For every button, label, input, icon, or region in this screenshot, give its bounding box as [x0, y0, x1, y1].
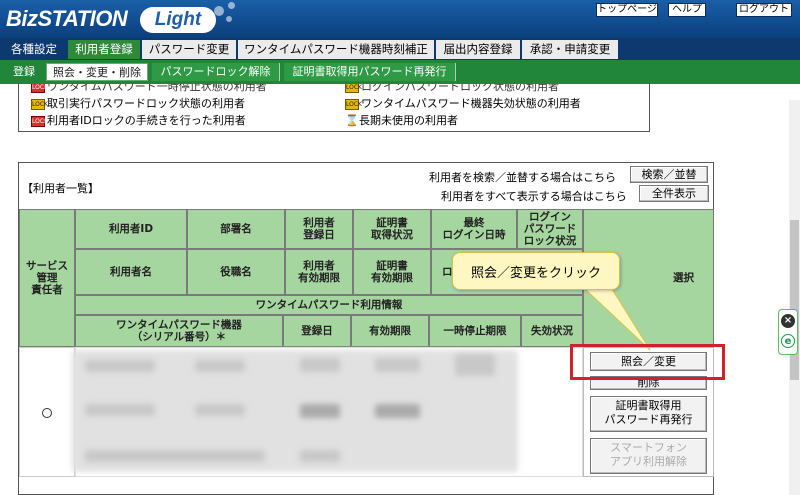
subtab-register[interactable]: 登録 — [6, 63, 42, 81]
subtab-inquiry-change-delete[interactable]: 照会・変更・削除 — [46, 63, 148, 81]
col-cert-valid: 証明書 有効期限 — [353, 249, 431, 295]
blurred-text — [300, 450, 340, 462]
otp-info-header: ワンタイムパスワード利用情報 — [75, 295, 583, 315]
select-label: 選択 — [673, 272, 694, 284]
lock-icon: LOCK — [345, 98, 362, 110]
logo-text: BizSTATION — [6, 6, 128, 31]
row-select-radio[interactable] — [42, 408, 52, 418]
hourglass-icon: ⌛ — [345, 114, 359, 127]
decor-bubble — [214, 6, 224, 16]
col-user-id: 利用者ID — [75, 209, 187, 249]
lock-icon: LOCK — [31, 98, 48, 110]
cert-password-reissue-button[interactable]: 証明書取得用 パスワード再発行 — [590, 396, 707, 432]
top-page-button[interactable]: トップページ — [596, 3, 658, 17]
col-position: 役職名 — [187, 249, 285, 295]
instruction-callout: 照会／変更をクリック — [452, 252, 620, 290]
legend-long-unused: ⌛長期未使用の利用者 — [345, 114, 458, 127]
subtab-password-unlock[interactable]: パスワードロック解除 — [152, 63, 280, 81]
col-otp-suspend: 一時停止期限 — [429, 315, 521, 347]
logo-light-badge: Light — [140, 7, 216, 33]
decor-bubble — [226, 16, 232, 22]
close-icon[interactable]: × — [781, 314, 795, 328]
help-button[interactable]: ヘルプ — [668, 3, 706, 17]
scrollbar[interactable] — [789, 100, 800, 495]
blurred-text — [300, 358, 340, 372]
lock-icon: LOCK — [31, 84, 48, 93]
blurred-text — [85, 404, 155, 416]
col-otp-device: ワンタイムパスワード機器 （シリアル番号）＊ — [75, 315, 283, 347]
col-service-manager: サービス 管理 責任者 — [19, 209, 75, 347]
tab-approval-change[interactable]: 承認・申請変更 — [522, 40, 618, 59]
blurred-text — [85, 450, 265, 462]
search-hint: 利用者を検索／並替する場合はこちら — [429, 171, 616, 184]
col-last-login: 最終 ログイン日時 — [431, 209, 517, 249]
col-valid-until: 利用者 有効期限 — [285, 249, 353, 295]
col-login-lock: ログイン パスワード ロック状況 — [517, 209, 583, 249]
legend-txn-lock: LOCK取引実行パスワードロック状態の利用者 — [31, 97, 245, 110]
blurred-text — [455, 354, 495, 376]
decor-bubble — [228, 2, 235, 9]
legend-id-lock: LOCK利用者IDロックの手続きを行った利用者 — [31, 114, 246, 127]
search-sort-button[interactable]: 検索／並替 — [630, 166, 708, 183]
col-otp-invalid: 失効状況 — [521, 315, 583, 347]
blurred-text — [195, 360, 245, 372]
nav-section-settings: 各種設定 — [0, 38, 68, 60]
blurred-text — [85, 360, 155, 372]
showall-hint: 利用者をすべて表示する場合はこちら — [441, 190, 627, 203]
app-header: BizSTATION Light トップページ ヘルプ ログアウト — [0, 0, 800, 38]
col-dept: 部署名 — [187, 209, 285, 249]
col-otp-reg-date: 登録日 — [283, 315, 351, 347]
lock-icon: LOCK — [31, 115, 48, 127]
lock-icon: LOCK — [345, 84, 362, 93]
panel-title: 【利用者一覧】 — [22, 182, 99, 195]
tab-password-change[interactable]: パスワード変更 — [142, 40, 236, 59]
col-cert-status: 証明書 取得状況 — [353, 209, 431, 249]
col-otp-valid: 有効期限 — [351, 315, 429, 347]
scrollbar-thumb[interactable] — [790, 220, 799, 380]
tab-notification-registration[interactable]: 届出内容登録 — [436, 40, 520, 59]
legend-login-lock: LOCKログインパスワードロック状態の利用者 — [345, 84, 559, 94]
legend-otp-suspended: LOCKワンタイムパスワード一時停止状態の利用者 — [31, 84, 267, 94]
status-legend: LOCKワンタイムパスワード一時停止状態の利用者 LOCKログインパスワードロッ… — [18, 84, 650, 132]
e-icon[interactable]: e — [781, 334, 795, 348]
legend-otp-invalid: LOCKワンタイムパスワード機器失効状態の利用者 — [345, 97, 581, 110]
col-user-name: 利用者名 — [75, 249, 187, 295]
blurred-text — [195, 404, 245, 416]
blurred-text — [375, 404, 420, 418]
highlight-box — [570, 344, 725, 380]
logout-button[interactable]: ログアウト — [736, 3, 792, 17]
blurred-text — [375, 358, 420, 372]
smartphone-app-release-button: スマートフォン アプリ利用解除 — [590, 438, 707, 474]
tab-otp-time-correction[interactable]: ワンタイムパスワード機器時刻補正 — [238, 40, 434, 59]
subtab-cert-password-reissue[interactable]: 証明書取得用パスワード再発行 — [284, 63, 456, 81]
show-all-button[interactable]: 全件表示 — [639, 185, 709, 202]
sub-nav: 登録 照会・変更・削除 パスワードロック解除 証明書取得用パスワード再発行 — [0, 60, 800, 84]
main-nav: 各種設定 利用者登録 パスワード変更 ワンタイムパスワード機器時刻補正 届出内容… — [0, 38, 800, 60]
tab-user-registration[interactable]: 利用者登録 — [68, 40, 140, 59]
blurred-text — [300, 404, 340, 418]
col-reg-date: 利用者 登録日 — [285, 209, 353, 249]
